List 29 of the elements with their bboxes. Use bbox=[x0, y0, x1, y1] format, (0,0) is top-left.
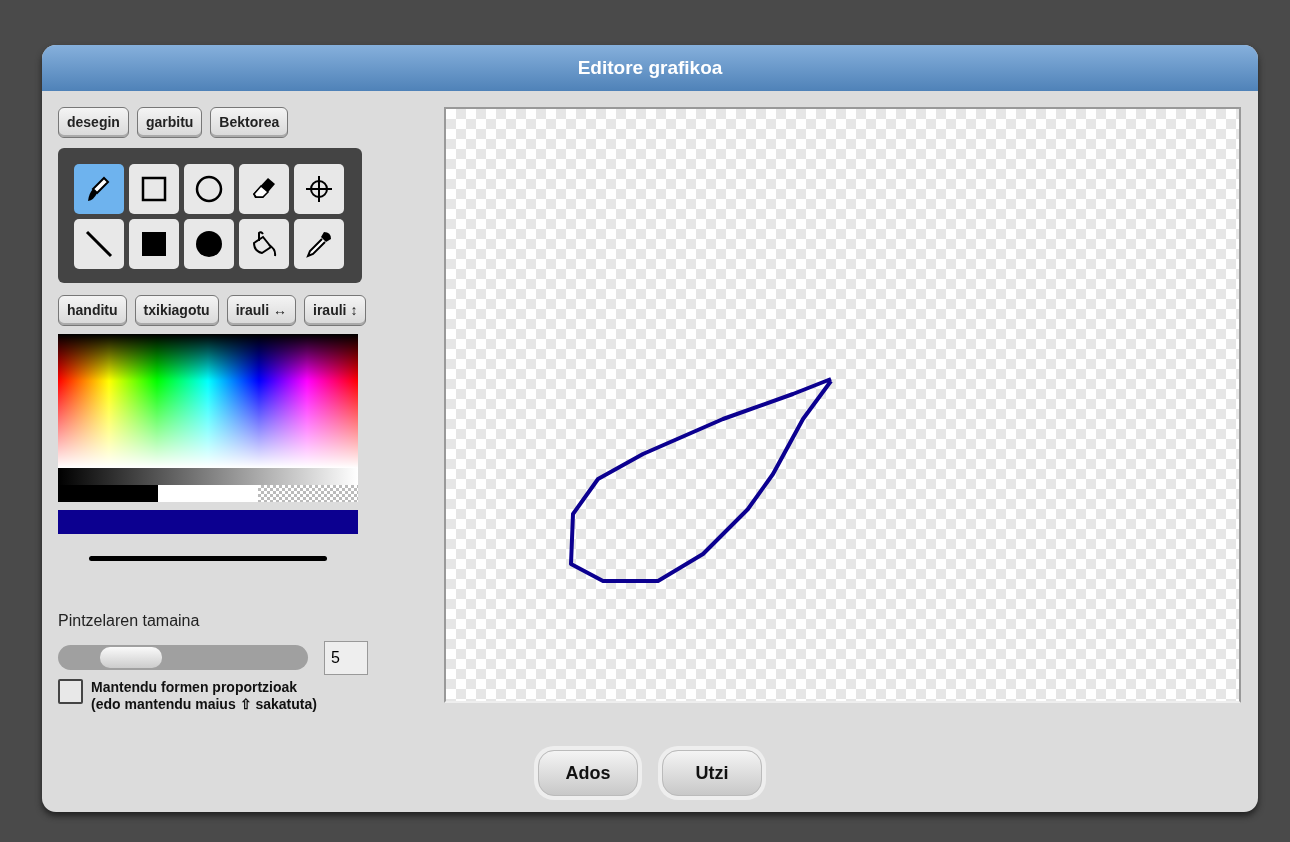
tool-button[interactable] bbox=[184, 163, 234, 214]
slider-handle[interactable] bbox=[99, 647, 162, 669]
tool-button[interactable] bbox=[74, 163, 124, 214]
tool-button[interactable]: irauli ↔ bbox=[226, 294, 297, 326]
brush-size-field[interactable]: 5 bbox=[324, 640, 368, 675]
color-spectrum[interactable] bbox=[58, 333, 358, 468]
tool-button[interactable]: desegin bbox=[58, 107, 129, 138]
tool-button[interactable] bbox=[184, 218, 234, 269]
tool-button[interactable]: irauli ↕ bbox=[304, 294, 367, 326]
tool-button[interactable] bbox=[294, 218, 344, 269]
tool-button[interactable] bbox=[129, 218, 179, 269]
tool-button[interactable]: txikiagotu bbox=[134, 294, 219, 326]
tool-button[interactable] bbox=[294, 163, 344, 214]
circle-icon bbox=[194, 173, 224, 204]
tool-button[interactable]: Bektorea bbox=[210, 107, 289, 138]
tool-button[interactable] bbox=[74, 218, 124, 269]
tool-button[interactable] bbox=[239, 218, 289, 269]
line-icon bbox=[84, 228, 114, 259]
tool-button[interactable] bbox=[129, 163, 179, 214]
brush-size-label: Pintzelaren tamaina bbox=[58, 610, 201, 631]
tool-button[interactable]: garbitu bbox=[136, 107, 203, 138]
window-title: Editore grafikoa bbox=[42, 45, 1258, 91]
checkbox-label: Mantendu formen proportzioak (edo mantendu maius ⇧ sakatuta) bbox=[91, 678, 317, 714]
checkbox[interactable] bbox=[58, 678, 83, 704]
tool-button[interactable] bbox=[239, 163, 289, 214]
filled-circle-icon bbox=[194, 228, 224, 259]
crosshair-icon bbox=[304, 173, 334, 204]
tool-button[interactable]: handitu bbox=[58, 294, 127, 326]
brush-size-slider[interactable] bbox=[58, 645, 308, 671]
